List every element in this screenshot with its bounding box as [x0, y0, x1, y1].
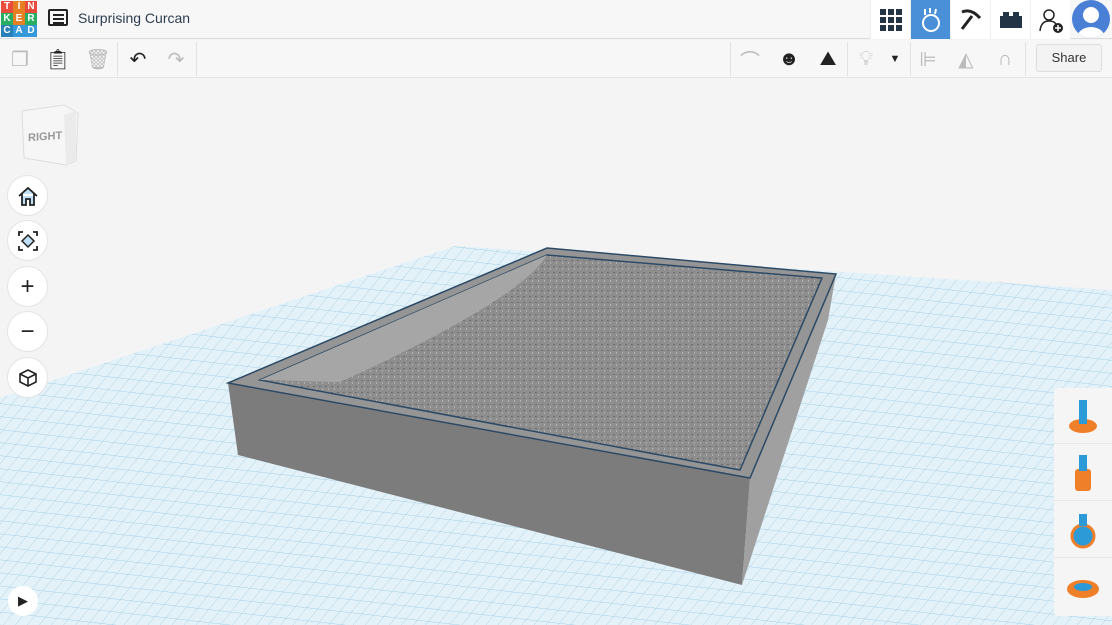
logo-letter: I [13, 1, 25, 13]
cylinder-shape-icon [1069, 400, 1097, 433]
logo-letter: R [25, 13, 37, 25]
tinker-hand-icon [921, 7, 940, 32]
ruler-curve-icon: ⌒ [740, 50, 760, 73]
pickaxe-icon [960, 8, 981, 30]
copy-button[interactable]: ❐ [5, 44, 35, 74]
minecraft-button[interactable] [950, 0, 990, 39]
fit-icon [17, 230, 38, 251]
align-icon: ⊫ [919, 48, 937, 71]
plus-icon: + [20, 272, 35, 300]
lightbulb-icon: 💡︎ [859, 47, 873, 70]
notes-button[interactable]: ⌒ [735, 44, 765, 74]
landscape-icon: ⛰ [819, 47, 837, 70]
play-button[interactable]: ▶ [8, 586, 38, 616]
undo-icon: ↶ [129, 48, 147, 71]
logo-letter: K [1, 13, 13, 25]
3d-workplane[interactable] [0, 79, 1112, 625]
top-bar: TINKERCAD Surprising Curcan [0, 0, 1112, 39]
mirror-icon: ◭ [958, 48, 974, 71]
light-dropdown-button[interactable]: ▼ [880, 44, 910, 74]
share-button[interactable]: Share [1036, 44, 1102, 72]
trash-icon: 🗑︎ [85, 48, 111, 71]
group-button[interactable]: ∩ [990, 44, 1020, 74]
align-button[interactable]: ⊫ [913, 44, 943, 74]
play-icon: ▶ [18, 593, 28, 608]
shape-cylinder[interactable] [1054, 388, 1112, 444]
home-view-button[interactable] [7, 175, 48, 216]
3d-design-button[interactable] [910, 0, 950, 39]
bottle-shape-icon [1075, 455, 1091, 491]
edit-toolbar: ❐ 📋︎ 🗑︎ ↶ ↷ ⌒ ☻ ⛰ 💡︎ ▼ ⊫ ◭ ∩ [0, 40, 1112, 78]
view-cube-face-label: RIGHT [28, 129, 63, 145]
show-all-button[interactable]: ☻ [774, 44, 804, 74]
logo-letter: N [25, 1, 37, 13]
logo-letter: A [13, 25, 25, 37]
paste-button[interactable]: 📋︎ [43, 44, 73, 74]
onion-shape-icon [1070, 514, 1096, 549]
shapes-panel [1054, 388, 1112, 616]
undo-button[interactable]: ↶ [123, 44, 153, 74]
logo-letter: D [25, 25, 37, 37]
home-icon [17, 186, 38, 206]
delete-button[interactable]: 🗑︎ [83, 44, 113, 74]
zoom-out-button[interactable]: − [7, 311, 48, 352]
minus-icon: − [20, 317, 35, 345]
redo-button[interactable]: ↷ [161, 44, 191, 74]
shape-onion[interactable] [1054, 502, 1112, 558]
caret-down-icon: ▼ [889, 53, 901, 65]
lego-button[interactable] [990, 0, 1030, 39]
redo-icon: ↷ [167, 48, 185, 71]
design-title[interactable]: Surprising Curcan [78, 10, 190, 26]
paste-icon: 📋︎ [45, 48, 71, 71]
magnet-icon: ∩ [997, 47, 1013, 70]
mirror-button[interactable]: ◭ [951, 44, 981, 74]
grid-icon [879, 8, 902, 31]
sky-view-button[interactable]: ⛰ [813, 44, 843, 74]
logo-letter: C [1, 25, 13, 37]
person-icon: ☻ [778, 47, 800, 70]
ring-shape-icon [1067, 580, 1099, 598]
profile-avatar[interactable] [1072, 0, 1110, 38]
logo-letter: E [13, 13, 25, 25]
design-list-icon[interactable] [48, 9, 68, 26]
add-user-icon [1038, 8, 1063, 33]
fit-view-button[interactable] [7, 220, 48, 261]
grid-view-button[interactable] [870, 0, 910, 39]
user-avatar-icon [1077, 7, 1105, 38]
projection-button[interactable] [7, 357, 48, 398]
shape-ring[interactable] [1054, 559, 1112, 615]
shape-bottle[interactable] [1054, 445, 1112, 501]
copy-icon: ❐ [11, 48, 29, 71]
brick-icon [999, 11, 1022, 28]
logo-letter: T [1, 1, 13, 13]
tinkercad-logo[interactable]: TINKERCAD [1, 1, 37, 37]
hole-light-button[interactable]: 💡︎ [851, 44, 881, 74]
cube-icon [18, 368, 37, 387]
zoom-in-button[interactable]: + [7, 266, 48, 307]
invite-user-button[interactable] [1030, 0, 1070, 39]
